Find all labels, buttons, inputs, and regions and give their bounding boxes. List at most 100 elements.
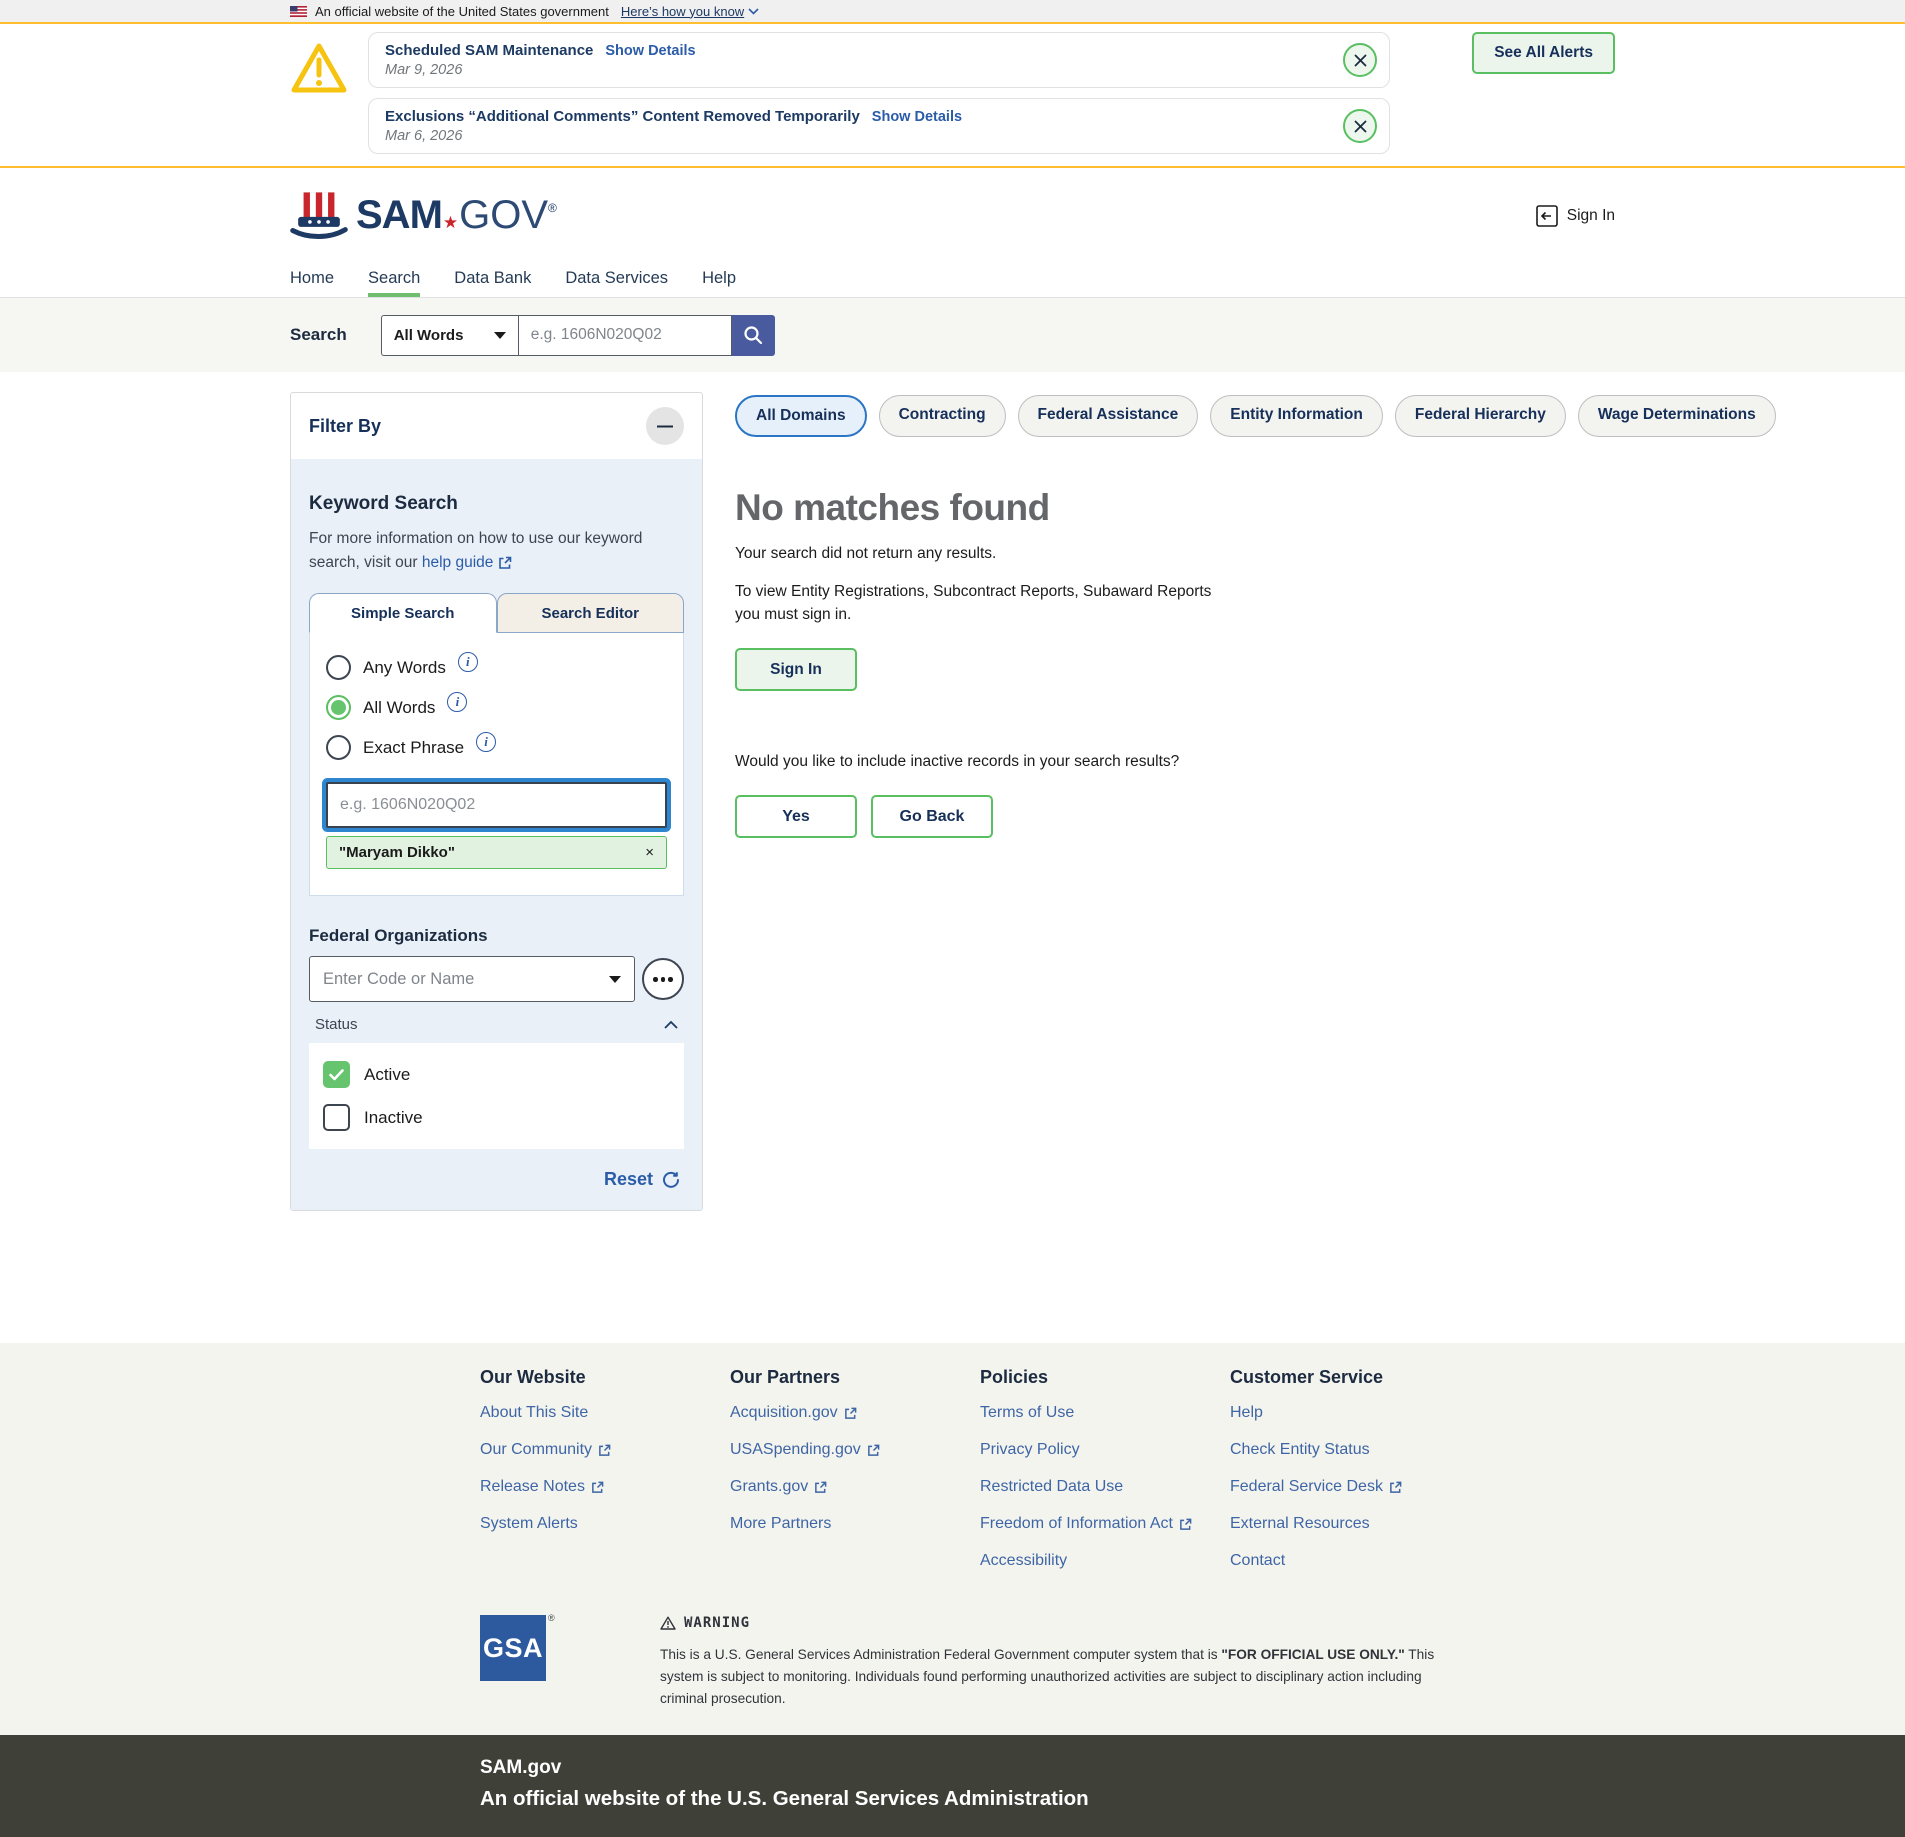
external-link-icon bbox=[1179, 1518, 1192, 1531]
footer-link-our-community[interactable]: Our Community bbox=[480, 1441, 730, 1459]
tab-search-editor[interactable]: Search Editor bbox=[497, 593, 685, 633]
checkbox-active[interactable] bbox=[323, 1061, 350, 1088]
chip-remove-icon[interactable]: × bbox=[645, 844, 654, 861]
alert-title: Exclusions “Additional Comments” Content… bbox=[385, 108, 860, 125]
footer-link-contact[interactable]: Contact bbox=[1230, 1552, 1480, 1570]
footer-heading: Policies bbox=[980, 1367, 1230, 1388]
external-link-icon bbox=[867, 1444, 880, 1457]
footer-col-policies: Policies Terms of Use Privacy Policy Res… bbox=[980, 1367, 1230, 1589]
footer-link-system-alerts[interactable]: System Alerts bbox=[480, 1515, 730, 1533]
keyword-chip: "Maryam Dikko" × bbox=[326, 836, 667, 869]
footer-link-more-partners[interactable]: More Partners bbox=[730, 1515, 980, 1533]
radio-any-words-label: Any Words bbox=[363, 658, 446, 678]
alert-title: Scheduled SAM Maintenance bbox=[385, 42, 593, 59]
info-icon[interactable]: i bbox=[447, 692, 467, 712]
alert-warning-icon bbox=[290, 32, 368, 94]
checkbox-inactive-label: Inactive bbox=[364, 1108, 423, 1128]
external-link-icon bbox=[591, 1481, 604, 1494]
footer-link-grants-gov[interactable]: Grants.gov bbox=[730, 1478, 980, 1496]
info-icon[interactable]: i bbox=[476, 732, 496, 752]
domain-tab-contracting[interactable]: Contracting bbox=[879, 395, 1006, 437]
radio-exact-phrase[interactable] bbox=[326, 735, 351, 760]
footer-link-restricted-data-use[interactable]: Restricted Data Use bbox=[980, 1478, 1230, 1496]
search-submit-button[interactable] bbox=[732, 315, 775, 356]
filter-panel: Filter By Keyword Search For more inform… bbox=[290, 392, 703, 1211]
tab-simple-search[interactable]: Simple Search bbox=[309, 593, 497, 633]
site-header: SAM ★ GOV ® Sign In bbox=[0, 168, 1905, 264]
federal-orgs-more-button[interactable] bbox=[642, 958, 684, 1000]
footer-link-check-entity-status[interactable]: Check Entity Status bbox=[1230, 1441, 1480, 1459]
keyword-search-input[interactable] bbox=[326, 782, 667, 828]
close-icon bbox=[1354, 54, 1367, 67]
nav-item-search[interactable]: Search bbox=[368, 264, 420, 298]
footer-link-release-notes[interactable]: Release Notes bbox=[480, 1478, 730, 1496]
brand-gov: GOV bbox=[459, 193, 548, 238]
check-icon bbox=[329, 1069, 344, 1081]
registered-mark: ® bbox=[548, 201, 557, 215]
nav-item-data-services[interactable]: Data Services bbox=[565, 264, 668, 298]
footer-col-our-partners: Our Partners Acquisition.gov USASpending… bbox=[730, 1367, 980, 1589]
collapse-filters-button[interactable] bbox=[646, 407, 684, 445]
domain-tab-wage-determinations[interactable]: Wage Determinations bbox=[1578, 395, 1776, 437]
status-header[interactable]: Status bbox=[309, 1016, 684, 1033]
footer-link-accessibility[interactable]: Accessibility bbox=[980, 1552, 1230, 1570]
footer-link-terms-of-use[interactable]: Terms of Use bbox=[980, 1404, 1230, 1422]
sam-gov-logo[interactable]: SAM ★ GOV ® bbox=[290, 190, 557, 242]
results-sign-in-button[interactable]: Sign In bbox=[735, 648, 857, 691]
gsa-registered-mark: ® bbox=[548, 1613, 555, 1623]
footer-link-about-this-site[interactable]: About This Site bbox=[480, 1404, 730, 1422]
keyword-info-text: For more information on how to use our k… bbox=[309, 527, 684, 575]
no-results-text: Your search did not return any results. bbox=[735, 545, 1776, 563]
domain-tab-federal-hierarchy[interactable]: Federal Hierarchy bbox=[1395, 395, 1566, 437]
footer-link-acquisition-gov[interactable]: Acquisition.gov bbox=[730, 1404, 980, 1422]
warning-paragraph-1: This is a U.S. General Services Administ… bbox=[660, 1644, 1460, 1710]
radio-all-words[interactable] bbox=[326, 695, 351, 720]
how-you-know-link[interactable]: Here’s how you know bbox=[621, 4, 759, 19]
sign-in-required-text: To view Entity Registrations, Subcontrac… bbox=[735, 581, 1240, 626]
sign-in-link[interactable]: Sign In bbox=[1536, 205, 1615, 227]
simple-search-panel: Any Words i All Words i Exact Phrase i bbox=[309, 633, 684, 896]
footer-link-help[interactable]: Help bbox=[1230, 1404, 1480, 1422]
main-nav: Home Search Data Bank Data Services Help bbox=[0, 264, 1905, 299]
search-mode-select[interactable]: All Words bbox=[381, 315, 518, 356]
checkbox-inactive[interactable] bbox=[323, 1104, 350, 1131]
alerts-section: Scheduled SAM Maintenance Show Details M… bbox=[0, 24, 1905, 168]
alert-list: Scheduled SAM Maintenance Show Details M… bbox=[368, 32, 1390, 154]
nav-item-home[interactable]: Home bbox=[290, 264, 334, 298]
status-heading: Status bbox=[315, 1016, 358, 1033]
gsa-logo: GSA bbox=[480, 1615, 546, 1681]
domain-tab-all-domains[interactable]: All Domains bbox=[735, 395, 867, 437]
show-details-link[interactable]: Show Details bbox=[605, 43, 695, 59]
radio-any-words[interactable] bbox=[326, 655, 351, 680]
footer-link-usaspending-gov[interactable]: USASpending.gov bbox=[730, 1441, 980, 1459]
keyword-tabs: Simple Search Search Editor bbox=[309, 593, 684, 633]
federal-orgs-combobox[interactable]: Enter Code or Name bbox=[309, 956, 635, 1002]
external-link-icon bbox=[1389, 1481, 1402, 1494]
footer-link-privacy-policy[interactable]: Privacy Policy bbox=[980, 1441, 1230, 1459]
show-details-link[interactable]: Show Details bbox=[872, 109, 962, 125]
info-icon[interactable]: i bbox=[458, 652, 478, 672]
see-all-alerts-button[interactable]: See All Alerts bbox=[1472, 32, 1615, 74]
ellipsis-icon bbox=[653, 977, 658, 982]
footer-link-external-resources[interactable]: External Resources bbox=[1230, 1515, 1480, 1533]
go-back-button[interactable]: Go Back bbox=[871, 795, 993, 838]
close-icon bbox=[1354, 120, 1367, 133]
nav-item-help[interactable]: Help bbox=[702, 264, 736, 298]
footer-link-federal-service-desk[interactable]: Federal Service Desk bbox=[1230, 1478, 1480, 1496]
reset-filters-link[interactable]: Reset bbox=[604, 1169, 653, 1190]
inactive-records-question: Would you like to include inactive recor… bbox=[735, 753, 1776, 771]
refresh-icon bbox=[662, 1171, 680, 1189]
alert-date: Mar 6, 2026 bbox=[385, 128, 1329, 144]
global-search-input[interactable] bbox=[518, 315, 732, 356]
domain-tab-federal-assistance[interactable]: Federal Assistance bbox=[1018, 395, 1199, 437]
alert-close-button[interactable] bbox=[1343, 109, 1377, 143]
help-guide-link[interactable]: help guide bbox=[422, 551, 513, 575]
keyword-search-heading: Keyword Search bbox=[309, 493, 684, 515]
footer-col-our-website: Our Website About This Site Our Communit… bbox=[480, 1367, 730, 1589]
alert-close-button[interactable] bbox=[1343, 43, 1377, 77]
yes-button[interactable]: Yes bbox=[735, 795, 857, 838]
footer-link-foia[interactable]: Freedom of Information Act bbox=[980, 1515, 1230, 1533]
search-strip: Search All Words bbox=[0, 298, 1905, 372]
domain-tab-entity-information[interactable]: Entity Information bbox=[1210, 395, 1383, 437]
nav-item-data-bank[interactable]: Data Bank bbox=[454, 264, 531, 298]
